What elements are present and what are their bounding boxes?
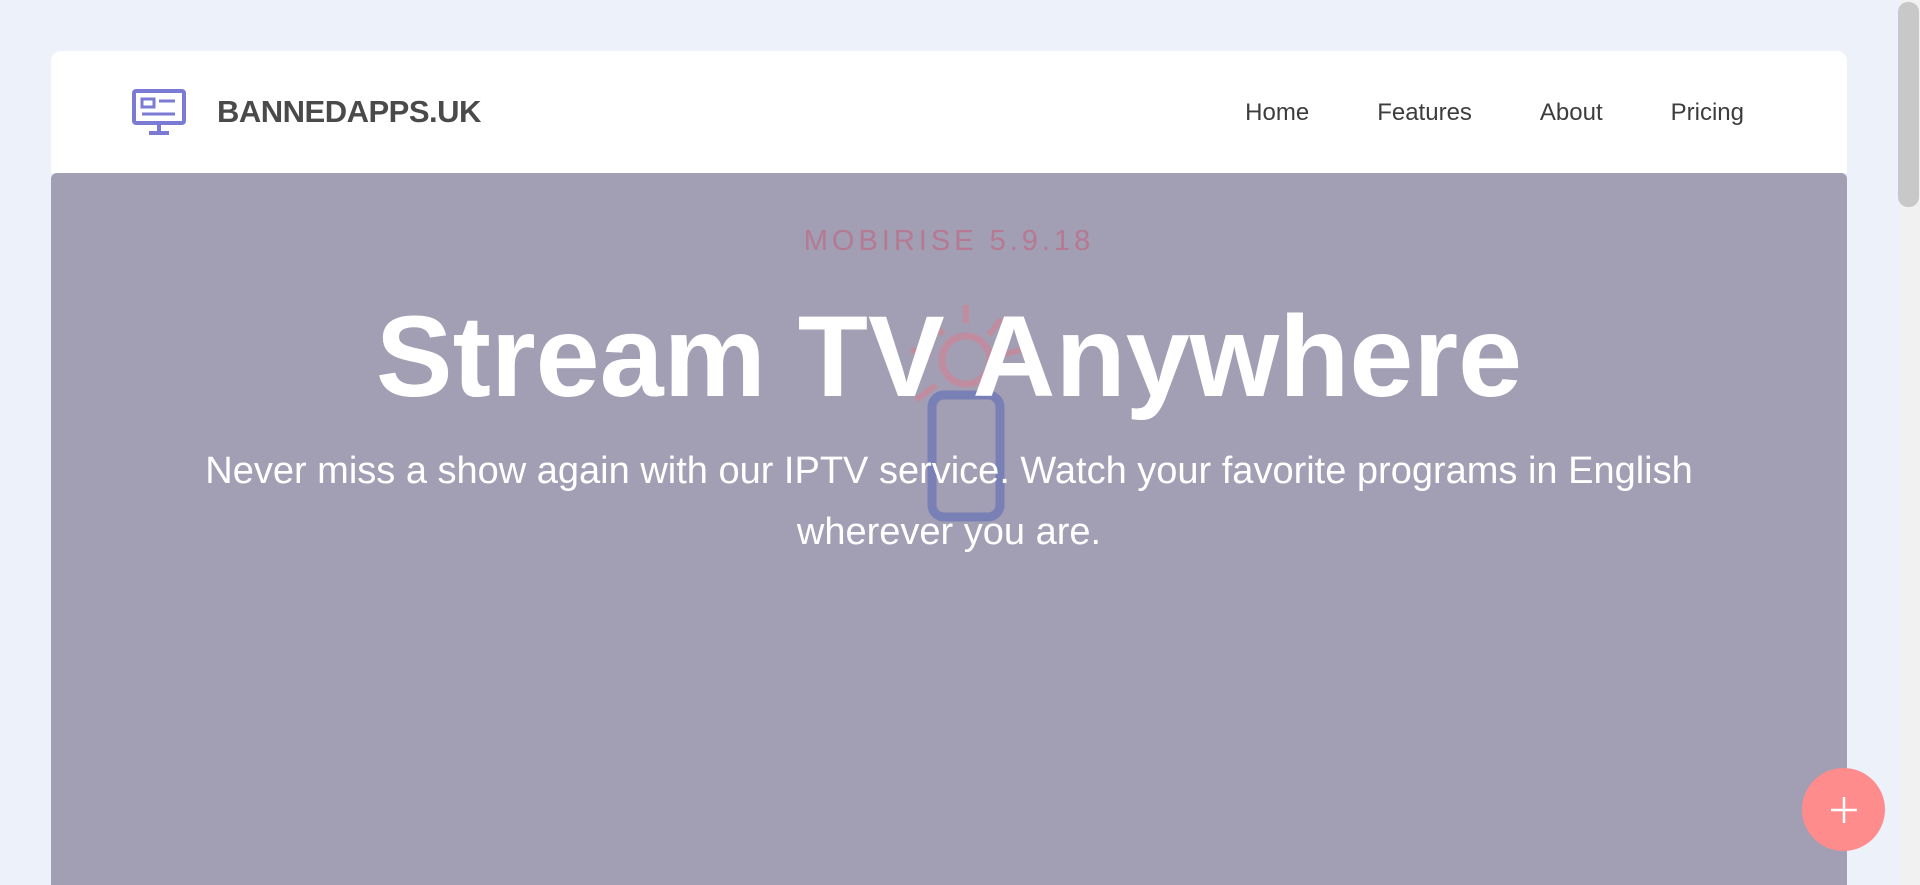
- page: BANNEDAPPS.UK Home Features About Pricin…: [0, 0, 1920, 885]
- hero-section: MOBIRISE 5.9.18 Stream TV Anywhere Never…: [51, 173, 1847, 885]
- hero-text: Never miss a show again with our IPTV se…: [205, 450, 1693, 553]
- nav-item-features[interactable]: Features: [1377, 99, 1472, 127]
- hero-title: Stream TV Anywhere: [375, 293, 1523, 421]
- nav-item-pricing[interactable]: Pricing: [1671, 99, 1744, 127]
- nav-item-home[interactable]: Home: [1245, 99, 1309, 127]
- main-nav: Home Features About Pricing: [1245, 93, 1744, 133]
- brand[interactable]: BANNEDAPPS.UK: [131, 87, 481, 137]
- hero-label: MOBIRISE 5.9.18: [803, 225, 1095, 257]
- brand-name: BANNEDAPPS.UK: [217, 94, 481, 129]
- plus-icon: [1830, 796, 1857, 823]
- scrollbar-thumb[interactable]: [1898, 2, 1919, 207]
- nav-item-about[interactable]: About: [1540, 99, 1603, 127]
- add-button[interactable]: [1802, 768, 1885, 851]
- tv-monitor-icon: [132, 89, 186, 135]
- navbar: BANNEDAPPS.UK Home Features About Pricin…: [51, 51, 1847, 173]
